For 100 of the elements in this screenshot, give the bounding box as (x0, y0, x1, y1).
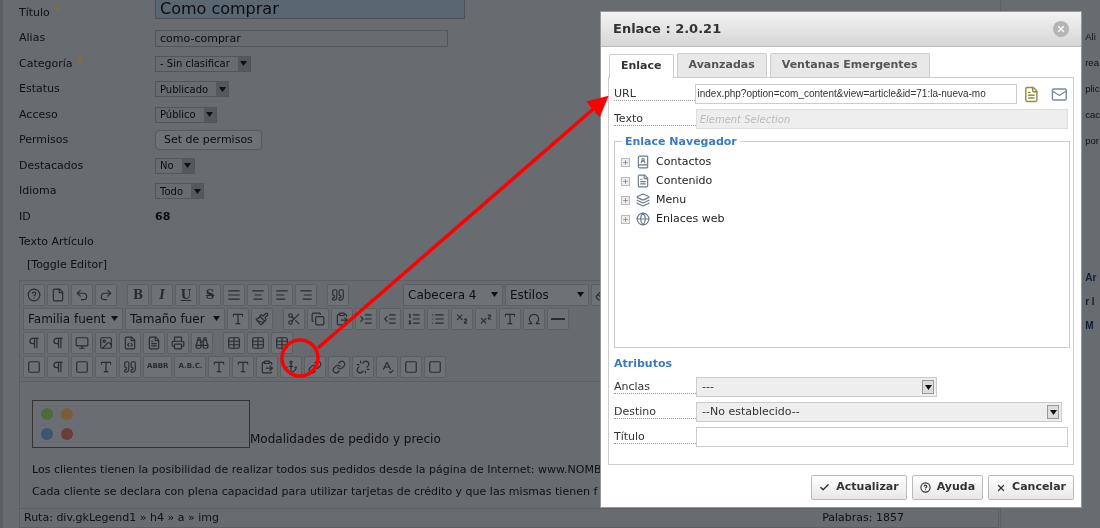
sidebar-item[interactable]: rea (1085, 56, 1099, 82)
tree-item[interactable]: Menu (656, 191, 687, 209)
spellcheck-button[interactable] (376, 355, 399, 378)
dialog-button[interactable]: Cancelar (988, 475, 1074, 500)
bullet-list-button[interactable] (427, 307, 449, 330)
monitor-button[interactable] (71, 331, 93, 354)
table-row-button[interactable] (247, 331, 269, 354)
toolbar-select[interactable]: Tamaño fuer (125, 307, 225, 330)
sidebar-item[interactable]: Ali (1085, 30, 1096, 56)
panel-button[interactable] (424, 355, 447, 378)
tree-item[interactable]: Contenido (656, 172, 713, 190)
dialog-button[interactable]: Actualizar (811, 475, 907, 500)
highlight-button[interactable] (251, 307, 273, 330)
copy-button[interactable] (307, 307, 329, 330)
citation-button[interactable] (119, 355, 141, 378)
sidebar-link[interactable]: M (1085, 318, 1094, 342)
add-document-icon[interactable] (1022, 85, 1040, 103)
sidebar-link[interactable]: Ar (1085, 270, 1097, 294)
select-field[interactable]: Todo (155, 183, 204, 200)
close-button[interactable] (1053, 21, 1069, 37)
dialog-title: Enlace : 2.0.21 (613, 20, 722, 39)
non-breaking-button[interactable] (71, 355, 93, 378)
dialog-tab[interactable]: Enlace (609, 54, 674, 78)
sidebar-item[interactable]: cac (1085, 108, 1100, 134)
format-button[interactable]: I (151, 283, 173, 306)
select-field[interactable]: - Sin clasificar (155, 55, 251, 72)
expand-icon[interactable] (621, 157, 630, 167)
field-label: Categoría (19, 55, 73, 72)
expand-icon[interactable] (621, 176, 630, 186)
word-count: Palabras: 1857 (822, 509, 904, 526)
style-icon (99, 359, 113, 374)
tree-item[interactable]: Enlaces web (656, 210, 725, 228)
image-button[interactable] (95, 331, 117, 354)
ordered-list-button[interactable] (403, 307, 425, 330)
style-button[interactable] (95, 355, 117, 378)
visual-aid-button[interactable] (23, 355, 45, 378)
template-button[interactable] (256, 355, 279, 378)
table-button[interactable] (223, 331, 245, 354)
select-field[interactable]: Público (155, 106, 217, 123)
redo-button[interactable] (95, 283, 117, 306)
superscript-button[interactable] (475, 307, 497, 330)
unlink-button[interactable] (352, 355, 375, 378)
expand-icon[interactable] (621, 195, 630, 205)
select-field[interactable]: No (155, 157, 195, 174)
permissions-button[interactable]: Set de permisos (155, 130, 262, 151)
rtl-button[interactable] (47, 331, 69, 354)
alias-field[interactable]: como-comprar (155, 29, 448, 47)
subscript-button[interactable] (451, 307, 473, 330)
attribute-select[interactable]: --No establecido-- (696, 402, 1062, 422)
font-size-icon (503, 311, 517, 326)
add-email-icon[interactable] (1051, 85, 1068, 103)
dialog-tab[interactable]: Ventanas Emergentes (769, 53, 930, 77)
document-button[interactable] (143, 331, 165, 354)
expand-icon[interactable] (621, 214, 630, 224)
align-center-button[interactable] (247, 283, 269, 306)
attribute-select[interactable]: --- (696, 377, 937, 397)
align-justify-button[interactable] (223, 283, 245, 306)
code-button[interactable] (119, 331, 141, 354)
toggle-editor-link[interactable]: [Toggle Editor] (27, 257, 107, 274)
toolbar-select[interactable]: Estilos (505, 283, 589, 306)
strikethrough-button[interactable] (208, 355, 231, 378)
dialog-button[interactable]: Ayuda (911, 475, 984, 500)
sidebar-item[interactable]: por (1085, 134, 1099, 160)
toolbar-select[interactable]: Cabecera 4 (403, 283, 503, 306)
title-field[interactable]: Como comprar (155, 0, 465, 19)
id-value: 68 (155, 208, 171, 225)
underline-text-button[interactable] (232, 355, 255, 378)
binoculars-button[interactable] (191, 331, 213, 354)
link-edit-button[interactable] (328, 355, 351, 378)
horizontal-rule-button[interactable] (547, 307, 569, 330)
quote-button[interactable] (327, 283, 349, 306)
image-icon (99, 335, 113, 350)
text-color-button[interactable] (227, 307, 249, 330)
paragraph: Los clientes tienen la posibilidad de realizar todos sus pedidos desde la página de Internet: www.NOMB (32, 461, 602, 478)
omega-button[interactable] (523, 307, 545, 330)
tree-item[interactable]: Contactos (656, 153, 712, 171)
undo-button[interactable] (71, 283, 93, 306)
layer-button[interactable] (400, 355, 423, 378)
align-right-button[interactable] (295, 283, 317, 306)
dialog-tab[interactable]: Avanzadas (676, 53, 767, 77)
format-button[interactable]: B (127, 283, 149, 306)
format-button[interactable]: U (175, 283, 197, 306)
outdent-button[interactable] (379, 307, 401, 330)
printer-button[interactable] (167, 331, 189, 354)
font-size-button[interactable] (499, 307, 521, 330)
help-button[interactable] (23, 283, 45, 306)
field-label: Título (19, 4, 50, 21)
ltr-button[interactable] (23, 331, 45, 354)
url-field[interactable]: index.php?option=com_content&view=article&id=71:la-nueva-mo (694, 84, 1017, 104)
align-left-button[interactable] (271, 283, 293, 306)
sidebar-link[interactable]: r l (1085, 294, 1095, 318)
sidebar-item[interactable]: plic (1085, 82, 1100, 108)
toolbar-select[interactable]: Familia fuent (23, 307, 123, 330)
pilcrow-button[interactable] (47, 355, 69, 378)
field-label: Idioma (19, 183, 57, 199)
cut-button[interactable] (283, 307, 305, 330)
attribute-input[interactable] (695, 427, 1068, 447)
new-document-button[interactable] (47, 283, 69, 306)
format-button[interactable]: S (199, 283, 221, 306)
select-field[interactable]: Publicado (155, 81, 230, 98)
